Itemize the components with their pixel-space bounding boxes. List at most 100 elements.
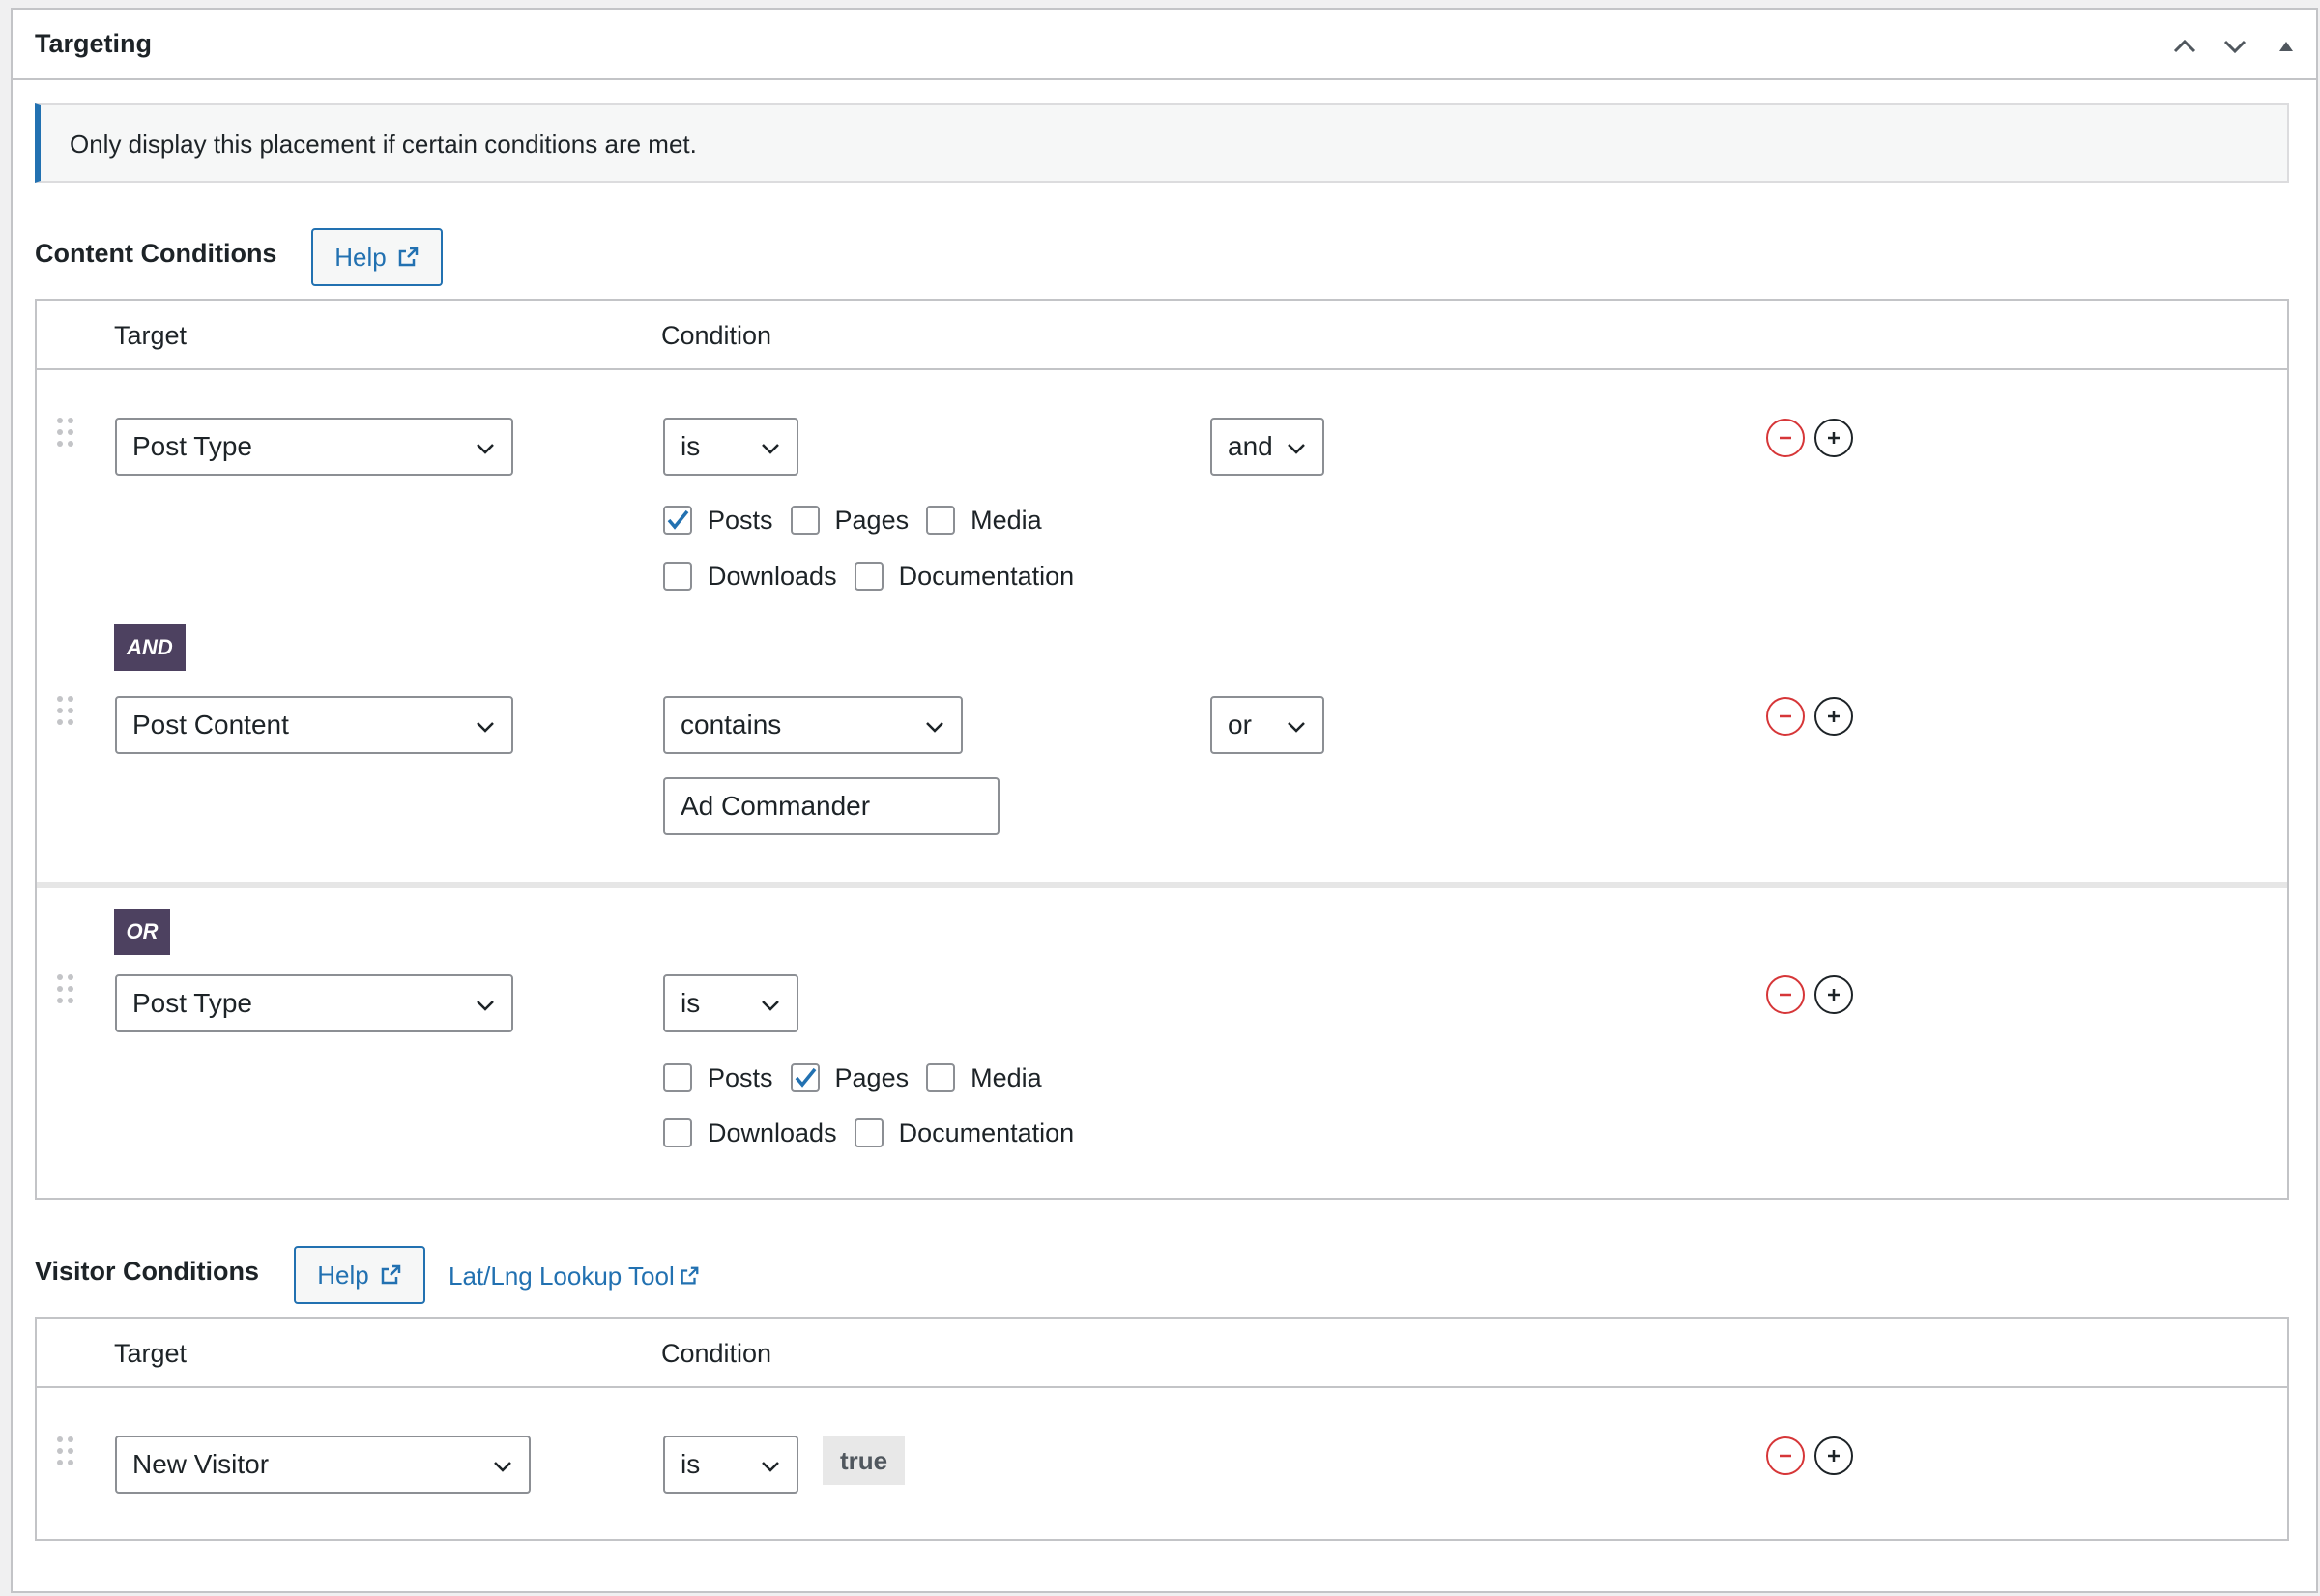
panel-header [11, 8, 2318, 80]
drag-handle-icon [57, 418, 73, 447]
col-condition: Condition [661, 321, 772, 350]
target-select-value: New Visitor [132, 1449, 270, 1479]
plus-icon [1828, 1450, 1840, 1462]
checkbox-documentation[interactable] [854, 562, 884, 591]
chevron-down-icon [926, 722, 943, 733]
notice-text: Only display this placement if certain c… [70, 130, 697, 159]
remove-condition-button[interactable] [1766, 419, 1805, 457]
add-condition-button[interactable] [1814, 1436, 1853, 1475]
external-link-icon [681, 1266, 699, 1285]
operator-select[interactable]: contains [663, 696, 963, 754]
chevron-down-icon [1288, 722, 1305, 733]
triangle-up-icon [2279, 42, 2293, 51]
header-divider [35, 1386, 2289, 1388]
operator-select-value: is [681, 988, 701, 1018]
chevron-down-icon [477, 1001, 494, 1011]
plus-icon [1828, 432, 1840, 444]
external-link-icon [398, 247, 418, 267]
visitor-conditions-label: Visitor Conditions [35, 1257, 260, 1286]
minus-icon [1780, 1454, 1791, 1458]
help-label: Help [317, 1260, 369, 1290]
lookup-link-label: Lat/Lng Lookup Tool [449, 1262, 675, 1291]
operator-select[interactable]: is [663, 418, 798, 476]
checkbox-posts[interactable] [663, 506, 692, 535]
drag-handle[interactable] [54, 972, 77, 1007]
checkbox-media[interactable] [926, 506, 956, 535]
plus-icon [1828, 711, 1840, 722]
chevron-down-icon [1288, 444, 1305, 454]
visitor-conditions-table [35, 1317, 2289, 1541]
checkbox-pages[interactable] [790, 506, 820, 535]
drag-handle-icon [57, 1436, 73, 1465]
operator-select-value: contains [681, 710, 782, 740]
remove-condition-button[interactable] [1766, 1436, 1805, 1475]
condition-value-input[interactable]: Ad Commander [663, 777, 1000, 835]
minus-icon [1780, 436, 1791, 440]
visitor-help-button[interactable]: Help [294, 1246, 425, 1304]
checkbox-label: Pages [834, 506, 910, 535]
chevron-up-icon [2173, 39, 2196, 53]
lat-lng-lookup-link[interactable]: Lat/Lng Lookup Tool [449, 1260, 700, 1292]
operator-select[interactable]: is [663, 1436, 798, 1494]
content-help-button[interactable]: Help [311, 228, 443, 286]
checkbox-pages[interactable] [790, 1063, 820, 1092]
checkbox-documentation[interactable] [854, 1118, 884, 1147]
operator-select-value: is [681, 1449, 701, 1479]
minus-icon [1780, 993, 1791, 997]
minus-icon [1780, 714, 1791, 718]
move-down-button[interactable] [2216, 27, 2254, 66]
checkbox-downloads[interactable] [663, 562, 692, 591]
remove-condition-button[interactable] [1766, 975, 1805, 1014]
checkbox-label: Media [971, 506, 1042, 535]
target-select-value: Post Type [132, 988, 253, 1018]
content-conditions-label: Content Conditions [35, 239, 277, 268]
operator-select[interactable]: is [663, 974, 798, 1032]
add-condition-button[interactable] [1814, 419, 1853, 457]
chevron-down-icon [2223, 40, 2247, 54]
plus-icon [1828, 989, 1840, 1001]
chevron-down-icon [762, 444, 779, 454]
group-separator [37, 882, 2287, 888]
checkmark-icon [667, 509, 689, 530]
add-condition-button[interactable] [1814, 697, 1853, 736]
checkbox-group: Posts Pages Media [663, 1061, 1059, 1094]
drag-handle[interactable] [54, 694, 77, 729]
checkbox-posts[interactable] [663, 1063, 692, 1092]
help-label: Help [334, 242, 387, 272]
checkbox-label: Media [971, 1063, 1042, 1092]
col-target: Target [114, 321, 188, 350]
col-condition: Condition [661, 1339, 772, 1368]
checkbox-label: Documentation [898, 1118, 1075, 1147]
connector-select[interactable]: and [1210, 418, 1324, 476]
condition-value-chip: true [823, 1436, 906, 1485]
or-badge: OR [114, 909, 170, 955]
target-select[interactable]: New Visitor [115, 1436, 531, 1494]
checkbox-label: Downloads [708, 562, 837, 591]
drag-handle[interactable] [54, 1435, 77, 1469]
target-select[interactable]: Post Type [115, 418, 513, 476]
checkbox-downloads[interactable] [663, 1118, 692, 1147]
condition-value-text: Ad Commander [681, 791, 871, 821]
checkbox-media[interactable] [926, 1063, 956, 1092]
connector-select-value: or [1228, 710, 1252, 740]
chevron-down-icon [762, 1001, 779, 1011]
drag-handle-icon [57, 974, 73, 1003]
connector-select-value: and [1228, 431, 1273, 461]
target-select-value: Post Type [132, 431, 253, 461]
checkbox-group: Downloads Documentation [663, 1117, 1091, 1149]
checkbox-label: Posts [708, 506, 773, 535]
collapse-panel-button[interactable] [2267, 27, 2306, 66]
move-up-button[interactable] [2165, 27, 2204, 66]
checkbox-label: Downloads [708, 1118, 837, 1147]
checkmark-icon [795, 1067, 816, 1088]
target-select[interactable]: Post Content [115, 696, 513, 754]
connector-select[interactable]: or [1210, 696, 1324, 754]
chevron-down-icon [477, 444, 494, 454]
external-link-icon [381, 1264, 400, 1285]
drag-handle[interactable] [54, 416, 77, 450]
target-select[interactable]: Post Type [115, 974, 513, 1032]
checkbox-label: Documentation [898, 562, 1075, 591]
checkbox-group: Downloads Documentation [663, 560, 1091, 593]
remove-condition-button[interactable] [1766, 697, 1805, 736]
add-condition-button[interactable] [1814, 975, 1853, 1014]
